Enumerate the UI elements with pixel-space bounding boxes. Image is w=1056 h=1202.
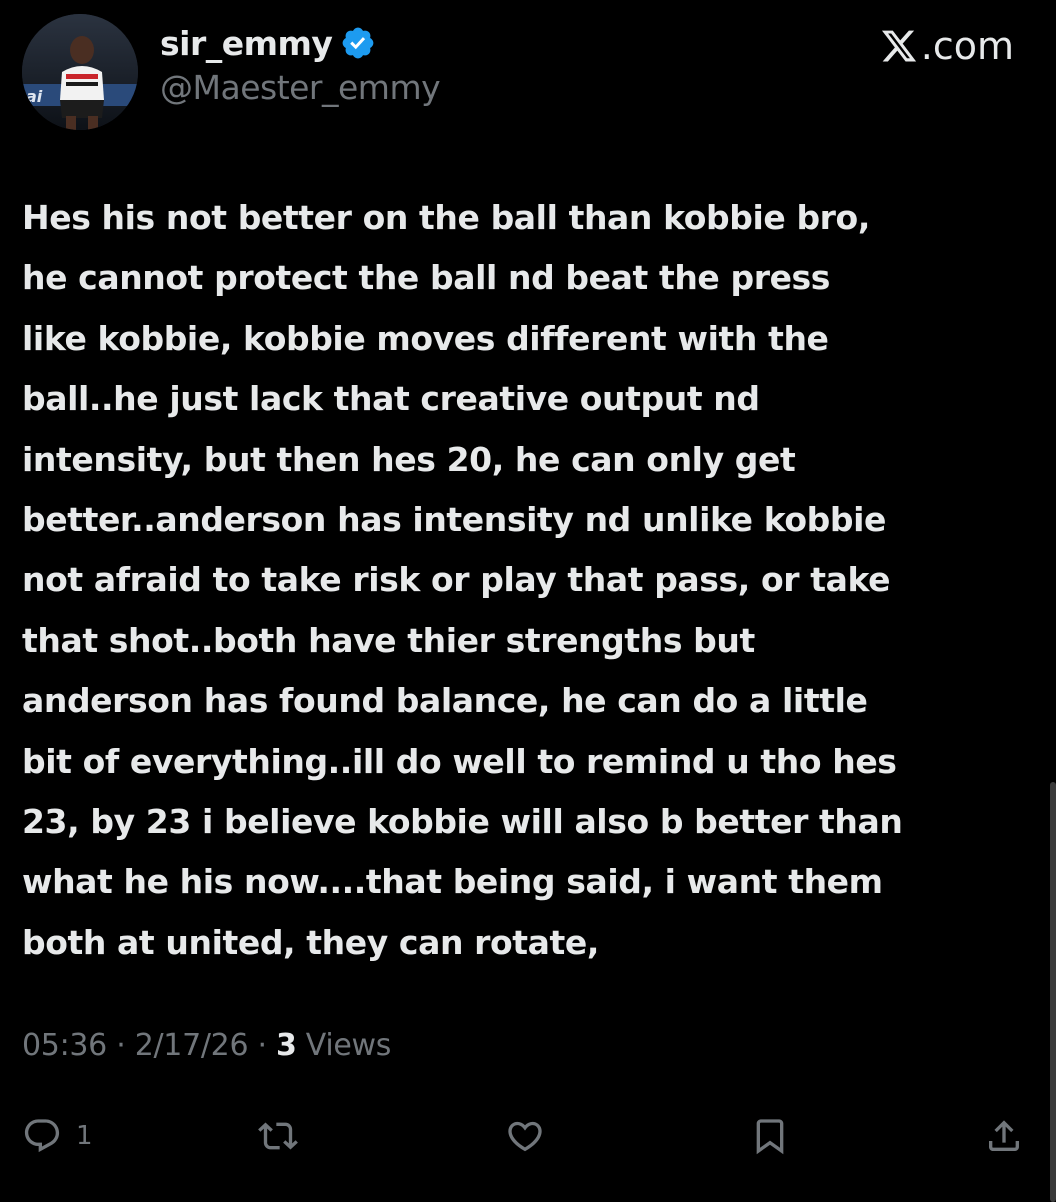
share-icon: [984, 1116, 1024, 1156]
meta-separator: ·: [106, 1028, 135, 1063]
views-count: 3: [275, 1028, 297, 1063]
author-handle[interactable]: @Maester_emmy: [160, 68, 441, 107]
avatar[interactable]: ai: [22, 14, 138, 130]
share-button[interactable]: [984, 1108, 1024, 1164]
tweet-meta: 05:36 · 2/17/26 · 3 Views: [22, 1028, 391, 1063]
like-icon: [505, 1116, 545, 1156]
svg-text:ai: ai: [26, 87, 43, 106]
tweet-time[interactable]: 05:36: [22, 1028, 107, 1063]
display-name[interactable]: sir_emmy: [160, 24, 333, 63]
reply-count: 1: [76, 1121, 93, 1151]
bookmark-button[interactable]: [750, 1108, 790, 1164]
like-button[interactable]: [505, 1108, 545, 1164]
brand-logo: .com: [880, 24, 1014, 68]
repost-icon: [258, 1116, 298, 1156]
views-label: Views: [296, 1028, 392, 1063]
repost-button[interactable]: [258, 1108, 298, 1164]
reply-button[interactable]: 1: [22, 1108, 93, 1164]
x-logo-icon: [880, 27, 918, 65]
brand-domain: .com: [920, 24, 1014, 68]
tweet-date[interactable]: 2/17/26: [135, 1028, 249, 1063]
action-bar: 1: [0, 1108, 1056, 1164]
scrollbar[interactable]: [1050, 782, 1056, 1202]
tweet-text: Hes his not better on the ball than kobb…: [22, 198, 903, 962]
reply-icon: [22, 1116, 62, 1156]
meta-separator: ·: [248, 1028, 276, 1063]
verified-badge-icon: [340, 25, 376, 61]
bookmark-icon: [750, 1116, 790, 1156]
author-name-row[interactable]: sir_emmy: [160, 18, 376, 68]
